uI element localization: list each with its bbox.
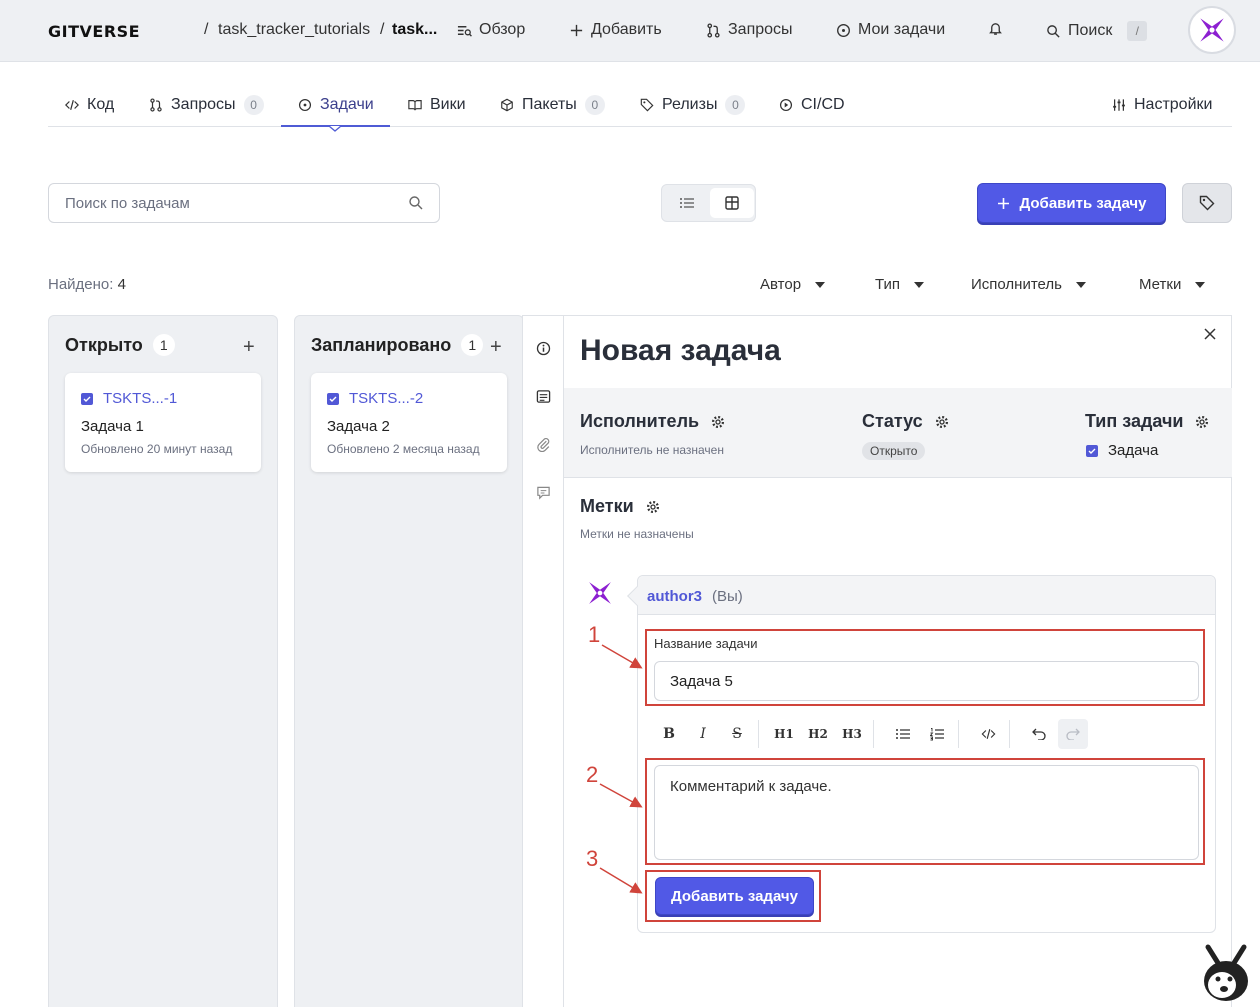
mascot-dog-icon[interactable]	[1200, 943, 1252, 1003]
app-root: GITVERSE / task_tracker_tutorials / task…	[0, 0, 1260, 1007]
annotation-arrows	[599, 644, 643, 894]
